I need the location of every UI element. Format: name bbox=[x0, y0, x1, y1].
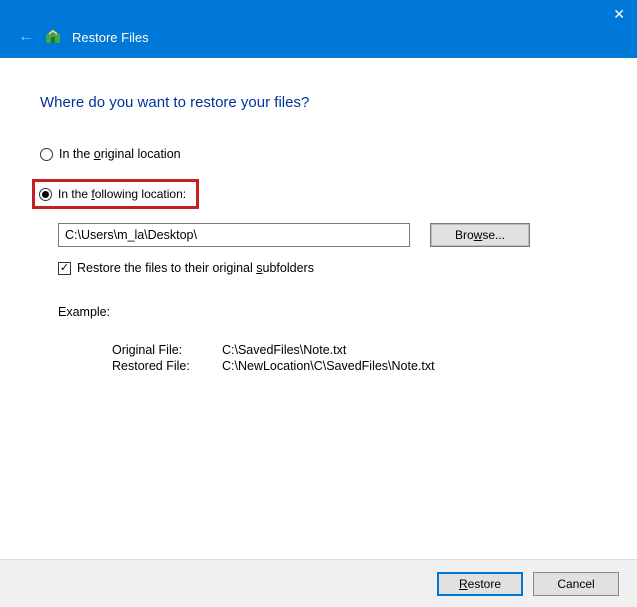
restore-button[interactable]: Restore bbox=[437, 572, 523, 596]
example-rest-value: C:\NewLocation\C\SavedFiles\Note.txt bbox=[222, 359, 597, 373]
page-heading: Where do you want to restore your files? bbox=[40, 94, 597, 111]
restore-subfolders-checkbox[interactable]: ✓ Restore the files to their original su… bbox=[58, 261, 597, 275]
radio-following-location[interactable]: In the following location: bbox=[32, 179, 199, 209]
radio-icon bbox=[40, 148, 53, 161]
location-row: Browse... bbox=[58, 223, 597, 247]
example-orig-label: Original File: bbox=[112, 343, 222, 357]
path-input[interactable] bbox=[58, 223, 410, 247]
radio-original-location[interactable]: In the original location bbox=[40, 147, 597, 161]
example-rest-label: Restored File: bbox=[112, 359, 222, 373]
example-label: Example: bbox=[58, 305, 597, 319]
window-title: Restore Files bbox=[72, 30, 149, 45]
footer: Restore Cancel bbox=[0, 559, 637, 607]
title-bar: ✕ ← Restore Files bbox=[0, 0, 637, 58]
radio-icon bbox=[39, 188, 52, 201]
back-arrow-icon[interactable]: ← bbox=[18, 28, 34, 46]
example-orig-value: C:\SavedFiles\Note.txt bbox=[222, 343, 597, 357]
example-block: Example: Original File: C:\SavedFiles\No… bbox=[58, 305, 597, 373]
title-row: ← Restore Files bbox=[18, 28, 149, 46]
checkbox-icon: ✓ bbox=[58, 262, 71, 275]
content-area: Where do you want to restore your files?… bbox=[0, 58, 637, 558]
close-icon[interactable]: ✕ bbox=[613, 6, 625, 23]
checkbox-label: Restore the files to their original subf… bbox=[77, 261, 314, 275]
app-icon bbox=[44, 28, 62, 46]
radio-following-label: In the following location: bbox=[58, 187, 186, 201]
browse-button[interactable]: Browse... bbox=[430, 223, 530, 247]
cancel-button[interactable]: Cancel bbox=[533, 572, 619, 596]
radio-original-label: In the original location bbox=[59, 147, 181, 161]
